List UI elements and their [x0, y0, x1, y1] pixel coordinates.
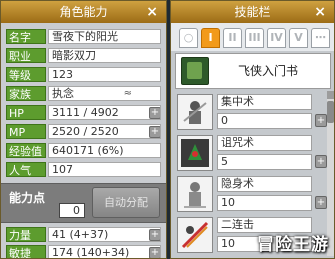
- auto-assign-button[interactable]: 自动分配: [92, 187, 160, 218]
- level-value: 123: [48, 67, 161, 82]
- skill-tab-bar: ○ I II III IV V ⋯: [171, 23, 334, 51]
- skill-level: 0: [217, 113, 312, 129]
- job-book-panel: 飞侠入门书: [175, 53, 331, 89]
- mp-text: 2520 / 2520: [52, 125, 119, 138]
- skill-level: 5: [217, 154, 312, 170]
- stat-label-guild: 家族: [6, 86, 46, 101]
- stat-label-fame: 人气: [6, 162, 46, 177]
- skill-row[interactable]: 集中术 0 +: [175, 92, 327, 132]
- stat-label-str: 力量: [6, 227, 46, 242]
- str-plus-button[interactable]: +: [149, 229, 160, 241]
- skill-window: 技能栏 × ○ I II III IV V ⋯ 飞侠入门书 集中术 0 + 诅咒…: [170, 0, 335, 259]
- tab-job-6[interactable]: ⋯: [311, 28, 330, 48]
- hp-text: 3111 / 4902: [52, 106, 119, 119]
- curse-skill-icon[interactable]: [177, 135, 213, 171]
- scroll-up-arrow-icon[interactable]: [327, 91, 334, 99]
- skill-plus-button[interactable]: +: [315, 155, 327, 168]
- skill-name: 诅咒术: [217, 135, 312, 151]
- stat-label-job: 职业: [6, 48, 46, 63]
- stat-row-level: 等级 123: [6, 67, 161, 82]
- exp-value: 640171 (6%): [48, 143, 161, 158]
- tab-job-2[interactable]: II: [223, 28, 242, 48]
- stat-row-fame: 人气 107: [6, 162, 161, 177]
- character-name-value: 雪夜下的阳光: [48, 29, 161, 44]
- stat-label-dex: 敏捷: [6, 245, 46, 258]
- scroll-thumb[interactable]: [327, 101, 334, 123]
- dex-value: 174 (140+34) +: [48, 245, 161, 259]
- stat-row-job: 职业 暗影双刀: [6, 48, 161, 63]
- character-stats-window: 角色能力 × 名字 雪夜下的阳光 职业 暗影双刀 等级 123 家族 执念 ≈ …: [0, 0, 167, 259]
- ability-points-panel: 能力点 0 自动分配: [1, 183, 166, 223]
- stat-row-mp: MP 2520 / 2520 +: [6, 124, 161, 139]
- stat-label-exp: 经验值: [6, 143, 46, 158]
- fame-value: 107: [48, 162, 161, 177]
- ability-points-label: 能力点: [9, 191, 46, 205]
- stat-row-hp: HP 3111 / 4902 +: [6, 105, 161, 120]
- mp-value: 2520 / 2520 +: [48, 124, 161, 139]
- skill-window-title: 技能栏: [234, 5, 271, 19]
- skill-name: 集中术: [217, 94, 312, 110]
- job-value: 暗影双刀: [48, 48, 161, 63]
- hp-value: 3111 / 4902 +: [48, 105, 161, 120]
- skill-plus-button[interactable]: +: [315, 196, 327, 209]
- skill-name: 隐身术: [217, 176, 312, 192]
- guild-emblem-icon: ≈: [123, 88, 132, 99]
- stat-label-hp: HP: [6, 105, 46, 120]
- dex-plus-button[interactable]: +: [149, 247, 160, 258]
- stat-row-name: 名字 雪夜下的阳光: [6, 29, 161, 44]
- skill-close-button[interactable]: ×: [314, 3, 326, 21]
- stat-row-dex: 敏捷 174 (140+34) +: [6, 245, 161, 259]
- tab-job-3[interactable]: III: [245, 28, 264, 48]
- skill-book-icon: [181, 57, 209, 85]
- stat-row-exp: 经验值 640171 (6%): [6, 143, 161, 158]
- dex-text: 174 (140+34): [52, 246, 130, 259]
- site-watermark: 冒险王游: [257, 235, 329, 255]
- guild-name: 执念: [52, 87, 74, 100]
- stat-row-str: 力量 41 (4+37) +: [6, 227, 161, 242]
- tab-job-5[interactable]: V: [289, 28, 308, 48]
- tab-job-4[interactable]: IV: [267, 28, 286, 48]
- focus-skill-icon[interactable]: [177, 94, 213, 130]
- tab-beginner[interactable]: ○: [179, 28, 198, 48]
- hp-plus-button[interactable]: +: [149, 107, 160, 119]
- stats-close-button[interactable]: ×: [146, 3, 158, 21]
- job-book-name: 飞侠入门书: [237, 64, 298, 78]
- skill-level: 10: [217, 195, 312, 211]
- stat-row-guild: 家族 执念 ≈: [6, 86, 161, 101]
- str-value: 41 (4+37) +: [48, 227, 161, 242]
- stats-window-title: 角色能力: [59, 5, 108, 19]
- str-text: 41 (4+37): [52, 228, 109, 241]
- stat-label-name: 名字: [6, 29, 46, 44]
- stat-label-level: 等级: [6, 67, 46, 82]
- ability-points-value: 0: [59, 203, 85, 218]
- skill-row[interactable]: 诅咒术 5 +: [175, 133, 327, 173]
- double-stab-skill-icon[interactable]: [177, 217, 213, 253]
- stats-window-titlebar[interactable]: 角色能力 ×: [1, 1, 166, 23]
- skill-row[interactable]: 隐身术 10 +: [175, 174, 327, 214]
- skill-window-titlebar[interactable]: 技能栏 ×: [171, 1, 334, 23]
- stealth-skill-icon[interactable]: [177, 176, 213, 212]
- mp-plus-button[interactable]: +: [149, 126, 160, 138]
- guild-value: 执念 ≈: [48, 86, 161, 101]
- skill-plus-button[interactable]: +: [315, 114, 327, 127]
- stat-label-mp: MP: [6, 124, 46, 139]
- tab-job-1[interactable]: I: [201, 28, 220, 48]
